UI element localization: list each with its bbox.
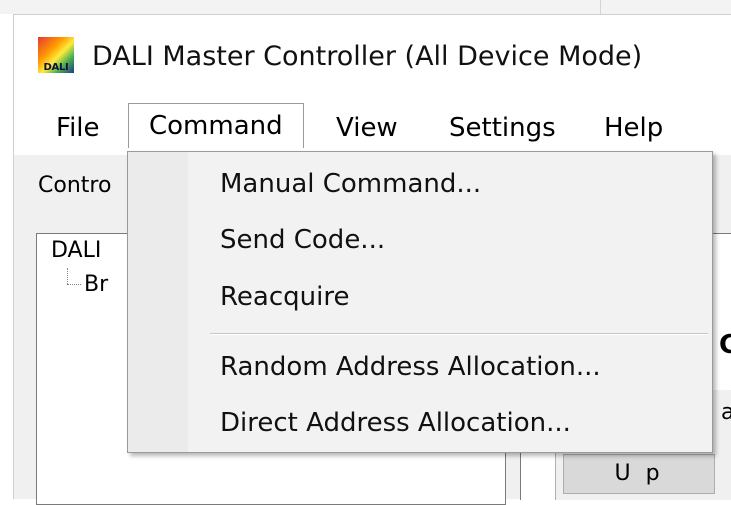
right-panel-heading: C [719,330,731,360]
menu-settings[interactable]: Settings [449,109,556,147]
window-title: DALI Master Controller (All Device Mode) [92,41,643,72]
menu-view[interactable]: View [336,109,398,147]
menu-file[interactable]: File [56,109,100,147]
title-bar[interactable]: DALI DALI Master Controller (All Device … [14,15,731,99]
tree-child-node[interactable]: Br [84,272,108,297]
menu-item-send-code[interactable]: Send Code... [220,215,385,265]
menu-item-manual-command[interactable]: Manual Command... [220,159,481,209]
menu-item-reacquire[interactable]: Reacquire [220,272,349,322]
menu-icon-gutter [128,152,188,452]
app-icon-label: DALI [43,62,69,73]
up-button[interactable]: U p [563,454,715,494]
background-window-edge [600,0,601,14]
menu-bar: File Command View Settings Help [14,99,731,155]
menu-item-direct-address-allocation[interactable]: Direct Address Allocation... [220,398,571,448]
dali-app-icon: DALI [38,37,74,73]
tree-connector-vertical [67,268,68,284]
command-menu-dropdown: Manual Command... Send Code... Reacquire… [127,151,713,453]
tab-control[interactable]: Contro [38,173,111,198]
menu-item-random-address-allocation[interactable]: Random Address Allocation... [220,342,601,392]
right-panel-label: a [721,400,731,425]
menu-help[interactable]: Help [604,109,663,147]
tree-root-node[interactable]: DALI [51,238,101,263]
desktop-top-strip [0,0,731,14]
menu-command[interactable]: Command [128,103,304,148]
menu-separator [210,333,708,335]
tree-connector-horizontal [67,284,81,285]
